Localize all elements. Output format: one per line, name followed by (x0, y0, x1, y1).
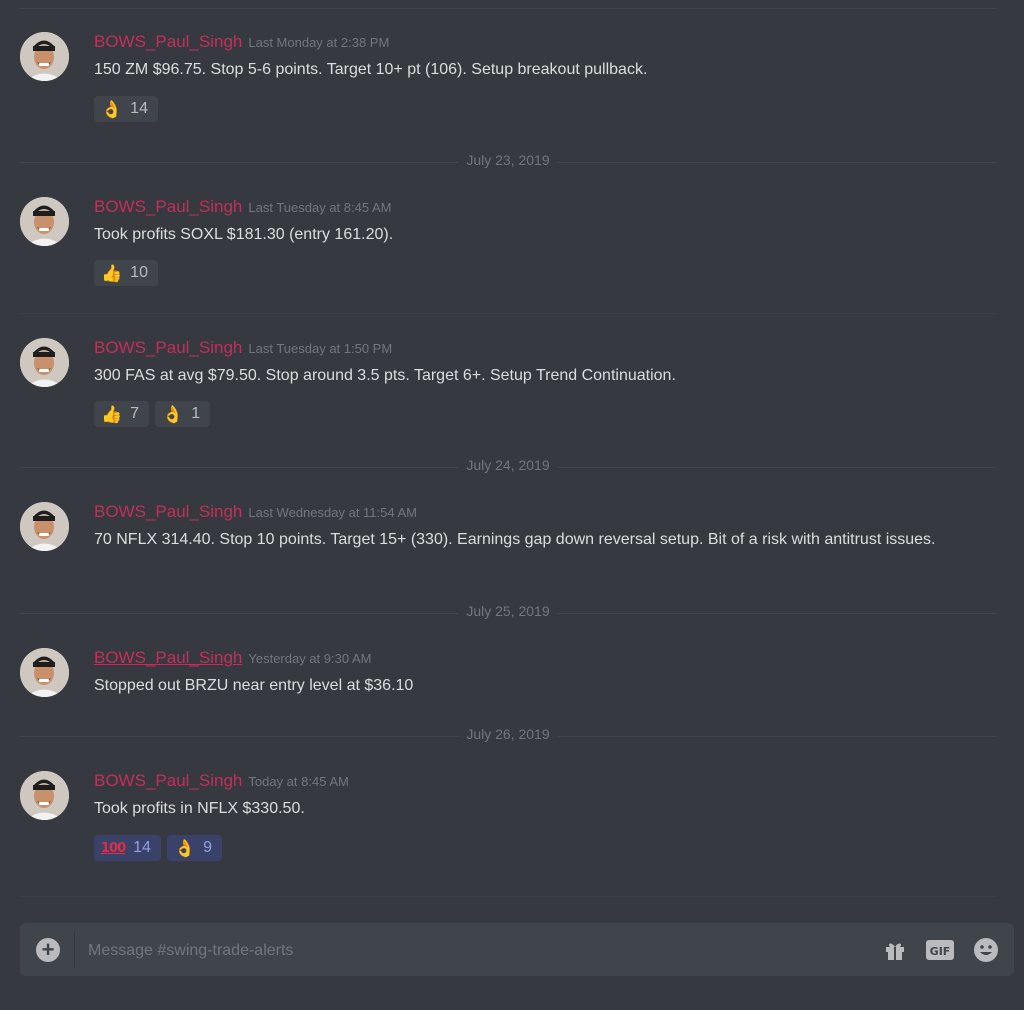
thumbs-up-icon: 👍 (101, 263, 123, 283)
message-text: Stopped out BRZU near entry level at $36… (94, 677, 414, 694)
reaction-ok-hand[interactable]: 👌 1 (155, 401, 211, 427)
date-separator-label: July 24, 2019 (458, 457, 558, 473)
hundred-points-icon: 100 (101, 840, 126, 856)
message-text: 300 FAS at avg $79.50. Stop around 3.5 p… (94, 367, 676, 384)
emoji-button[interactable] (972, 936, 1000, 964)
ok-hand-icon: 👌 (101, 99, 123, 119)
date-separator: July 23, 2019 (20, 152, 996, 168)
author-name[interactable]: BOWS_Paul_Singh (94, 197, 242, 216)
avatar[interactable] (20, 502, 69, 551)
reaction-count: 10 (130, 264, 148, 281)
reaction-ok-hand[interactable]: 👌 14 (94, 96, 158, 122)
avatar[interactable] (20, 32, 69, 81)
reaction-count: 14 (133, 839, 151, 856)
gif-button[interactable]: GIF (926, 936, 954, 964)
message-text: 70 NFLX 314.40. Stop 10 points. Target 1… (94, 531, 936, 548)
reaction-count: 1 (191, 405, 201, 422)
message-composer: + GIF (20, 923, 1014, 976)
author-name[interactable]: BOWS_Paul_Singh (94, 771, 242, 790)
date-separator: July 25, 2019 (20, 603, 996, 619)
timestamp: Last Monday at 2:38 PM (248, 35, 390, 50)
gift-icon (886, 943, 904, 960)
avatar[interactable] (20, 648, 69, 697)
reaction-count: 9 (203, 839, 213, 856)
message-input[interactable] (86, 936, 850, 965)
ok-hand-icon: 👌 (162, 404, 184, 424)
svg-text:GIF: GIF (930, 945, 951, 958)
message-text: Took profits in NFLX $330.50. (94, 800, 305, 817)
timestamp: Last Tuesday at 1:50 PM (248, 341, 393, 356)
date-separator-label: July 23, 2019 (458, 152, 558, 168)
message-text: Took profits SOXL $181.30 (entry 161.20)… (94, 226, 394, 243)
reaction-thumbs-up[interactable]: 👍 7 (94, 401, 150, 427)
add-attachment-button[interactable]: + (36, 938, 60, 962)
reaction-thumbs-up[interactable]: 👍 10 (94, 260, 158, 286)
date-separator-label: July 26, 2019 (458, 726, 558, 742)
date-separator: July 26, 2019 (20, 726, 996, 742)
author-name[interactable]: BOWS_Paul_Singh (94, 32, 242, 51)
gif-icon: GIF (926, 940, 954, 960)
avatar[interactable] (20, 771, 69, 820)
timestamp: Last Tuesday at 8:45 AM (248, 200, 392, 215)
reaction-ok-hand[interactable]: 👌 9 (166, 835, 223, 861)
author-name[interactable]: BOWS_Paul_Singh (94, 648, 242, 667)
divider (20, 8, 996, 9)
date-separator: July 24, 2019 (20, 457, 996, 473)
composer-divider (74, 931, 75, 968)
reaction-100[interactable]: 100 14 (94, 835, 161, 861)
message-text: 150 ZM $96.75. Stop 5-6 points. Target 1… (94, 61, 648, 78)
ok-hand-icon: 👌 (173, 838, 196, 858)
author-name[interactable]: BOWS_Paul_Singh (94, 338, 242, 357)
avatar[interactable] (20, 197, 69, 246)
reaction-count: 7 (130, 405, 140, 422)
timestamp: Today at 8:45 AM (248, 774, 349, 789)
thumbs-up-icon: 👍 (101, 404, 123, 424)
author-name[interactable]: BOWS_Paul_Singh (94, 502, 242, 521)
divider (20, 896, 996, 897)
smile-icon (974, 938, 998, 962)
reaction-count: 14 (130, 100, 148, 117)
date-separator-label: July 25, 2019 (458, 603, 558, 619)
timestamp: Yesterday at 9:30 AM (248, 651, 372, 666)
gift-button[interactable] (881, 936, 909, 964)
avatar[interactable] (20, 338, 69, 387)
timestamp: Last Wednesday at 11:54 AM (248, 505, 418, 520)
divider (20, 313, 996, 314)
chat-messages: BOWS_Paul_Singh Last Monday at 2:38 PM 15… (0, 0, 1024, 900)
